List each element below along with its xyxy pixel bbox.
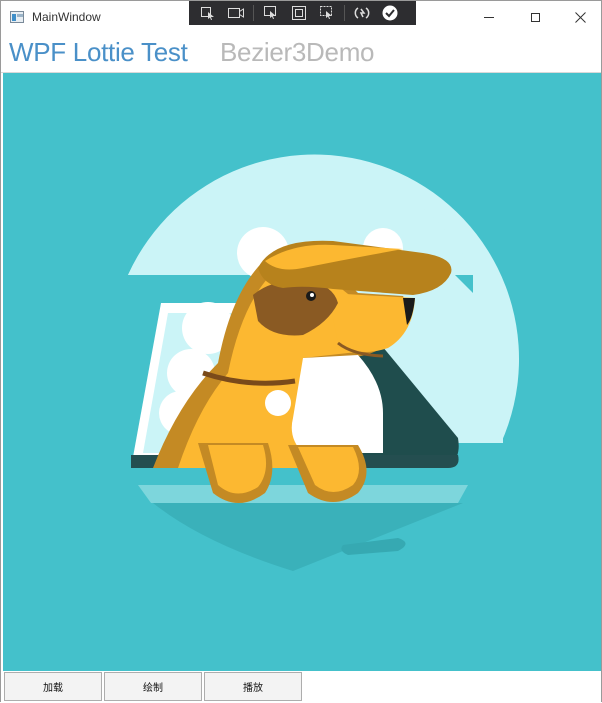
close-button[interactable] bbox=[557, 1, 602, 33]
window-ledge bbox=[138, 485, 468, 503]
ground-shadow bbox=[153, 503, 463, 571]
adorner-icon bbox=[320, 6, 332, 19]
adorner-button[interactable] bbox=[316, 3, 338, 23]
minimize-button[interactable] bbox=[466, 1, 512, 33]
dog-in-car-illustration bbox=[128, 154, 520, 571]
page-subtitle: Bezier3Demo bbox=[220, 37, 375, 67]
main-window: MainWindow WPF Lottie Test Bezier3Demo 加… bbox=[0, 0, 602, 703]
title-bar[interactable]: MainWindow bbox=[1, 1, 601, 33]
toolbar-separator bbox=[344, 5, 345, 21]
pointer-button[interactable] bbox=[260, 3, 282, 23]
hot-reload-icon bbox=[354, 7, 370, 19]
page-header: WPF Lottie Test Bezier3Demo bbox=[1, 33, 601, 73]
minimize-icon bbox=[484, 16, 494, 18]
check-button[interactable] bbox=[379, 3, 401, 23]
video-icon bbox=[228, 8, 244, 18]
select-element-button[interactable] bbox=[197, 3, 219, 23]
xaml-debug-toolbar bbox=[189, 1, 416, 25]
check-icon bbox=[382, 5, 398, 21]
lottie-animation-canvas bbox=[3, 73, 601, 671]
window-title: MainWindow bbox=[32, 10, 101, 24]
toolbar-separator bbox=[253, 5, 254, 21]
maximize-button[interactable] bbox=[512, 1, 558, 33]
play-button[interactable]: 播放 bbox=[204, 672, 302, 701]
maximize-icon bbox=[530, 12, 540, 22]
frame-button[interactable] bbox=[288, 3, 310, 23]
page-title: WPF Lottie Test bbox=[9, 37, 188, 67]
close-icon bbox=[574, 11, 586, 23]
app-icon bbox=[10, 11, 24, 23]
pointer-icon bbox=[264, 6, 276, 19]
draw-button[interactable]: 绘制 bbox=[104, 672, 202, 701]
hot-reload-button[interactable] bbox=[351, 3, 373, 23]
button-bar: 加载 绘制 播放 bbox=[1, 671, 601, 703]
load-button[interactable]: 加载 bbox=[4, 672, 102, 701]
frame-icon bbox=[292, 6, 306, 20]
select-element-icon bbox=[201, 7, 214, 20]
video-button[interactable] bbox=[225, 3, 247, 23]
